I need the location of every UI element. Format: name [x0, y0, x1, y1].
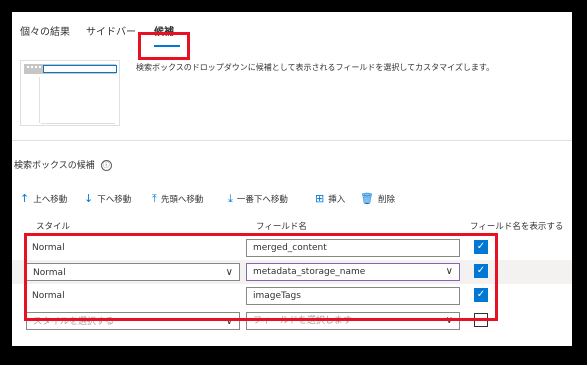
delete-button[interactable]: 🗑 削除	[360, 192, 395, 205]
insert-button[interactable]: ⊞ 挿入	[315, 192, 345, 205]
column-header-style: スタイル	[36, 222, 71, 232]
arrow-up-icon: ↑	[20, 192, 30, 205]
move-to-top-button[interactable]: ⤒ 先頭へ移動	[152, 192, 203, 206]
move-up-label: 上へ移動	[33, 195, 68, 205]
suggestions-panel: 個々の結果 サイドバー 候補 検索ボックスのドロップダウンに候補として表示される…	[12, 12, 572, 346]
move-to-top-label: 先頭へ移動	[160, 195, 204, 205]
move-up-button[interactable]: ↑ 上へ移動	[20, 192, 67, 205]
highlight-box-rows	[24, 233, 498, 321]
move-to-bottom-label: 一番下へ移動	[236, 195, 288, 205]
divider	[12, 140, 572, 141]
preview-dots	[27, 66, 41, 70]
insert-icon: ⊞	[315, 192, 325, 205]
preview-sidebar	[24, 77, 40, 123]
move-down-button[interactable]: ↓ 下へ移動	[84, 192, 131, 205]
move-to-bottom-button[interactable]: ⤓ 一番下へ移動	[228, 192, 288, 206]
delete-icon: 🗑	[360, 192, 374, 205]
move-to-bottom-icon: ⤓	[228, 192, 233, 205]
preview-content	[41, 77, 115, 124]
move-down-label: 下へ移動	[97, 195, 132, 205]
arrow-down-icon: ↓	[84, 192, 94, 205]
tab-sidebar[interactable]: サイドバー	[86, 24, 136, 42]
preview-search-box	[43, 65, 117, 73]
section-title: 検索ボックスの候補 ⓘ	[14, 158, 112, 171]
delete-label: 削除	[377, 195, 395, 205]
info-icon[interactable]: ⓘ	[100, 160, 112, 171]
column-header-field: フィールド名	[256, 222, 307, 232]
move-to-top-icon: ⤒	[152, 192, 157, 205]
preview-thumbnail	[20, 60, 120, 126]
description-text: 検索ボックスのドロップダウンに候補として表示されるフィールドを選択してカスタマイ…	[136, 63, 495, 72]
insert-label: 挿入	[328, 195, 346, 205]
highlight-box-tab	[138, 32, 190, 60]
section-title-text: 検索ボックスの候補	[14, 161, 95, 171]
tab-individual-results[interactable]: 個々の結果	[20, 24, 70, 42]
column-header-show: フィールド名を表示する	[470, 222, 564, 232]
